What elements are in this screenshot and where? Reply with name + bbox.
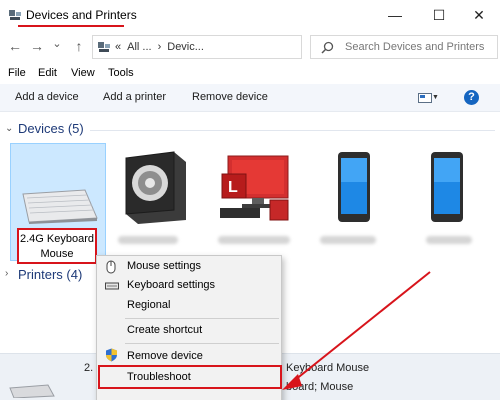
search-placeholder: Search Devices and Printers — [345, 41, 485, 53]
devices-section-label: Devices (5) — [18, 121, 84, 136]
help-icon[interactable]: ? — [464, 90, 479, 105]
back-button[interactable]: ← — [6, 38, 24, 54]
phone-icon[interactable] — [335, 150, 375, 224]
menu-item-regional[interactable]: Regional — [127, 299, 170, 311]
mouse-icon — [106, 260, 116, 274]
details-device-name: Keyboard Mouse — [286, 362, 370, 374]
minimize-button[interactable]: — — [374, 0, 416, 30]
title-annotation-underline — [18, 25, 124, 27]
devices-printers-icon — [98, 42, 110, 52]
keyboard-icon — [105, 282, 119, 290]
keyboard-icon — [9, 384, 55, 398]
keyboard-icon — [22, 189, 98, 224]
address-path: « All ... › Devic... — [115, 41, 210, 53]
blurred-device-name — [218, 236, 290, 244]
remove-device-button[interactable]: Remove device — [192, 91, 268, 103]
details-device-category: board; Mouse — [286, 381, 354, 393]
device-label-keyboard-mouse: 2.4G Keyboard Mouse — [20, 233, 94, 260]
menu-item-mouse-settings[interactable]: Mouse settings — [127, 260, 201, 272]
speaker-icon[interactable] — [120, 150, 190, 225]
computer-icon[interactable]: L — [218, 152, 298, 222]
menu-item-keyboard-settings[interactable]: Keyboard settings — [127, 279, 215, 291]
recent-locations-dropdown[interactable]: ⌄ — [48, 37, 66, 50]
breadcrumb-separator[interactable]: › — [158, 41, 162, 53]
section-divider — [90, 130, 495, 131]
maximize-button[interactable]: ☐ — [418, 0, 460, 30]
menu-file[interactable]: File — [8, 67, 26, 79]
details-prefix: 2. — [84, 362, 94, 374]
forward-button[interactable]: → — [28, 38, 46, 54]
troubleshoot-highlight — [98, 365, 282, 389]
change-view-icon[interactable] — [418, 93, 432, 103]
add-printer-button[interactable]: Add a printer — [103, 91, 166, 103]
shield-icon — [106, 348, 117, 362]
device-label-highlight: 2.4G Keyboard Mouse — [17, 228, 97, 264]
up-button[interactable]: ↑ — [70, 38, 88, 54]
address-bar[interactable]: «All ...›Devic... ⌄ ↻ — [92, 35, 382, 59]
add-device-button[interactable]: Add a device — [15, 91, 79, 103]
menu-item-create-shortcut[interactable]: Create shortcut — [127, 324, 202, 336]
menu-item-remove-device[interactable]: Remove device — [127, 350, 203, 362]
search-icon — [321, 41, 334, 54]
devices-section-header[interactable]: ⌄ Devices (5) — [0, 120, 500, 140]
command-bar: Add a device Add a printer Remove device… — [0, 84, 500, 112]
breadcrumb-devices[interactable]: Devic... — [167, 41, 204, 53]
breadcrumb-all[interactable]: All ... — [127, 41, 151, 53]
path-overflow-chevron[interactable]: « — [115, 41, 121, 53]
expand-chevron-icon[interactable]: › — [5, 268, 8, 279]
svg-text:L: L — [228, 179, 238, 196]
blurred-device-name — [320, 236, 376, 244]
menu-tools[interactable]: Tools — [108, 67, 134, 79]
search-box[interactable]: Search Devices and Printers — [310, 35, 498, 59]
close-button[interactable]: ✕ — [458, 0, 500, 30]
view-options-dropdown[interactable]: ▼ — [432, 94, 439, 101]
printers-section-label: Printers (4) — [18, 267, 83, 282]
title-bar: Devices and Printers — ☐ ✕ — [0, 0, 500, 32]
menu-separator — [125, 318, 279, 319]
collapse-chevron-icon[interactable]: ⌄ — [5, 123, 13, 134]
menu-view[interactable]: View — [71, 67, 95, 79]
window-title: Devices and Printers — [26, 8, 137, 22]
blurred-device-name — [118, 236, 178, 244]
devices-printers-icon — [9, 10, 21, 20]
blurred-device-name — [426, 236, 472, 244]
menu-separator — [125, 343, 279, 344]
phone-icon[interactable] — [428, 150, 468, 224]
menu-edit[interactable]: Edit — [38, 67, 57, 79]
navigation-bar: ← → ⌄ ↑ «All ...›Devic... ⌄ ↻ Search Dev… — [0, 32, 500, 62]
menu-bar: File Edit View Tools — [0, 64, 500, 84]
